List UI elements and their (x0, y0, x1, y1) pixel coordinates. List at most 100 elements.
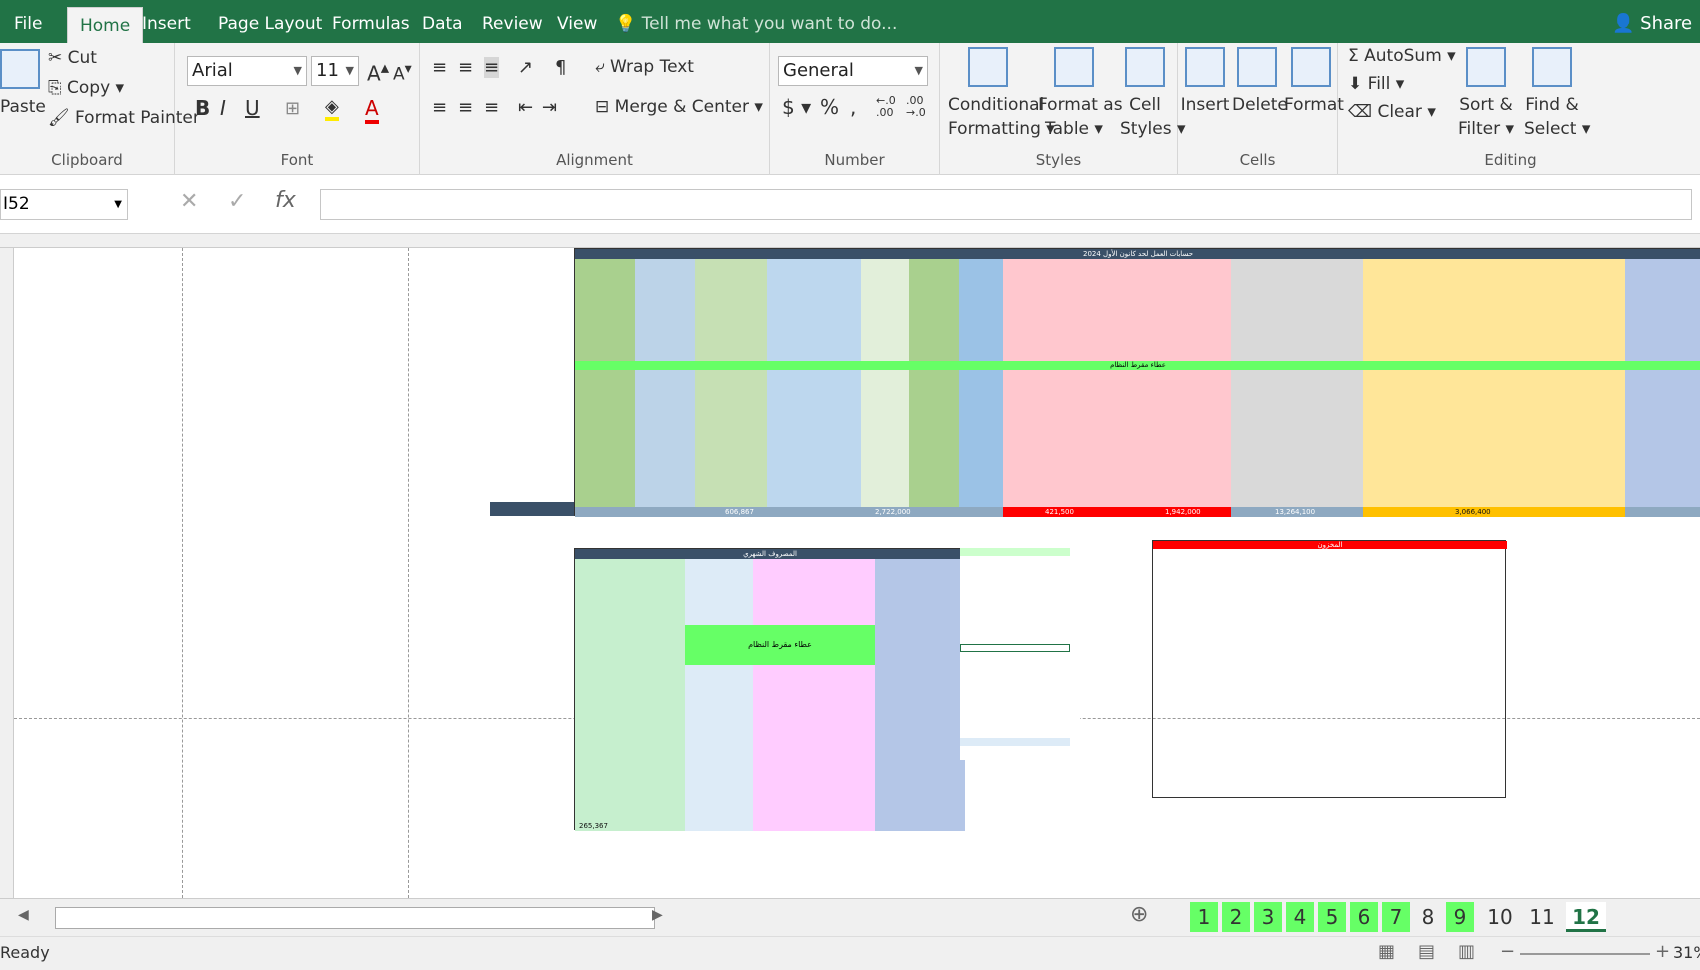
find-select-button[interactable]: Find & Select ▾ (1524, 47, 1590, 141)
grow-font-button[interactable]: A▴ (367, 58, 389, 86)
horizontal-scrollbar[interactable] (55, 907, 655, 929)
number-label: Number (824, 151, 885, 169)
active-cell[interactable] (960, 644, 1070, 652)
sheet-tab-12[interactable]: 12 (1566, 902, 1606, 932)
sheet-tab-6[interactable]: 6 (1350, 902, 1378, 932)
copy-button[interactable]: ⎘ Copy ▾ (48, 78, 124, 98)
bold-button[interactable]: B (195, 96, 210, 120)
scroll-left-icon[interactable]: ◀ (18, 907, 29, 923)
paste-button[interactable]: Paste (0, 49, 46, 119)
font-name-combo[interactable]: Arial ▼ (187, 56, 307, 86)
cell-styles-button[interactable]: Cell Styles ▾ (1120, 47, 1186, 141)
worksheet-grid[interactable]: حسابات العمل لحد كانون الأول 2024 عطاء م… (14, 248, 1700, 898)
tab-file[interactable]: File (2, 0, 54, 43)
column-headers (0, 234, 1700, 248)
ratio-col (861, 259, 909, 507)
ribbon: Paste ✂ Cut ⎘ Copy ▾ 🖌 Format Painter Cl… (0, 43, 1700, 175)
align-left-button[interactable]: ≡ (432, 97, 447, 118)
sheet-tab-7[interactable]: 7 (1382, 902, 1410, 932)
align-center-button[interactable]: ≡ (458, 97, 473, 118)
add-sheet-icon[interactable]: ⊕ (1130, 902, 1148, 927)
zoom-out-icon[interactable]: − (1500, 941, 1515, 962)
clear-button[interactable]: ⌫ Clear ▾ (1348, 102, 1436, 122)
tab-data[interactable]: Data (410, 0, 475, 43)
wrap-text-button[interactable]: ⤶ Wrap Text (595, 57, 694, 77)
percent-button[interactable]: % (820, 95, 839, 119)
zoom-in-icon[interactable]: + (1655, 941, 1670, 962)
shrink-font-button[interactable]: A▾ (393, 61, 412, 85)
group-clipboard: Paste ✂ Cut ⎘ Copy ▾ 🖌 Format Painter Cl… (0, 43, 200, 175)
zoom-level[interactable]: 31% (1673, 943, 1700, 962)
currency-button[interactable]: $ ▾ (782, 95, 811, 119)
fill-color-button[interactable]: ◈ (325, 96, 339, 121)
expenses-col (1003, 259, 1151, 507)
table-icon (1054, 47, 1094, 87)
tab-formulas[interactable]: Formulas (320, 0, 422, 43)
format-as-table-button[interactable]: Format as Table ▾ (1038, 47, 1123, 141)
font-color-button[interactable]: A (365, 96, 379, 124)
date-col (1625, 259, 1700, 507)
tab-insert[interactable]: Insert (130, 0, 203, 43)
autosum-button[interactable]: Σ AutoSum ▾ (1348, 46, 1456, 66)
tell-me-box[interactable]: 💡 Tell me what you want to do... (615, 0, 897, 43)
name-box-value: I52 (3, 194, 30, 214)
decrease-indent-button[interactable]: ⇤ (518, 97, 533, 118)
function-icon[interactable]: fx (275, 188, 296, 213)
conditional-formatting-button[interactable]: Conditional Formatting ▾ (948, 47, 1055, 141)
font-size-combo[interactable]: 11 ▼ (311, 56, 359, 86)
lightbulb-icon: 💡 (615, 14, 637, 34)
comma-button[interactable]: , (850, 95, 856, 119)
sheet-tab-9[interactable]: 9 (1446, 902, 1474, 932)
page-layout-view-icon[interactable]: ▤ (1418, 941, 1435, 962)
name-box[interactable]: I52 ▼ (0, 189, 128, 220)
sheet-tab-10[interactable]: 10 (1482, 902, 1518, 932)
orientation-button[interactable]: ↗ (518, 57, 533, 78)
sheet-tab-8[interactable]: 8 (1414, 902, 1442, 932)
underline-button[interactable]: U (245, 96, 260, 120)
enter-icon[interactable]: ✓ (228, 189, 246, 214)
zoom-slider[interactable] (1520, 953, 1650, 955)
fill-button[interactable]: ⬇ Fill ▾ (1348, 74, 1404, 94)
align-right-button[interactable]: ≡ (484, 97, 499, 118)
tab-review[interactable]: Review (470, 0, 555, 43)
merge-center-button[interactable]: ⊟ Merge & Center ▾ (595, 97, 763, 117)
italic-button[interactable]: I (220, 96, 226, 120)
number-format-combo[interactable]: General ▼ (778, 56, 928, 86)
side-notes (960, 540, 1080, 760)
page-break-view-icon[interactable]: ▥ (1458, 941, 1475, 962)
sheet-tab-1[interactable]: 1 (1190, 902, 1218, 932)
find-label: Find & (1525, 95, 1579, 115)
cut-button[interactable]: ✂ Cut (48, 48, 97, 68)
normal-view-icon[interactable]: ▦ (1378, 941, 1395, 962)
format-cells-button[interactable]: Format (1284, 47, 1344, 117)
align-middle-button[interactable]: ≡ (458, 57, 473, 78)
cancel-icon[interactable]: ✕ (180, 189, 198, 214)
scroll-right-icon[interactable]: ▶ (652, 907, 663, 923)
sheet-tab-4[interactable]: 4 (1286, 902, 1314, 932)
tab-view[interactable]: View (545, 0, 609, 43)
align-bottom-button[interactable]: ≡ (484, 57, 500, 78)
align-top-button[interactable]: ≡ (432, 57, 447, 78)
increase-decimal-button[interactable]: ←.0.00 (876, 95, 896, 119)
increase-indent-button[interactable]: ⇥ (542, 97, 557, 118)
decrease-decimal-button[interactable]: .00 →.0 (906, 95, 926, 119)
insert-cells-label: Insert (1180, 95, 1230, 115)
sheet-tab-3[interactable]: 3 (1254, 902, 1282, 932)
sort-filter-button[interactable]: Sort & Filter ▾ (1458, 47, 1514, 141)
remaining-value: 265,367 (579, 822, 608, 830)
share-button[interactable]: 👤 Share (1612, 0, 1692, 43)
text-direction-button[interactable]: ¶ (555, 57, 566, 78)
group-alignment: ≡ ≡ ≡ ↗ ¶ ⤶ Wrap Text ≡ ≡ ≡ ⇤ ⇥ ⊟ Merge … (420, 43, 770, 175)
sheet-tab-5[interactable]: 5 (1318, 902, 1346, 932)
group-font: Arial ▼ 11 ▼ A▴ A▾ B I U ⊞ ◈ A Font (175, 43, 420, 175)
paste-icon (0, 49, 40, 89)
page-break-line (182, 248, 183, 898)
borders-button[interactable]: ⊞ (285, 98, 300, 119)
sheet-tab-11[interactable]: 11 (1524, 902, 1560, 932)
insert-cells-icon (1185, 47, 1225, 87)
sheet-tab-2[interactable]: 2 (1222, 902, 1250, 932)
formula-input[interactable] (320, 189, 1692, 220)
delete-cells-button[interactable]: Delete (1232, 47, 1288, 117)
insert-cells-button[interactable]: Insert (1180, 47, 1230, 117)
tab-page-layout[interactable]: Page Layout (206, 0, 334, 43)
